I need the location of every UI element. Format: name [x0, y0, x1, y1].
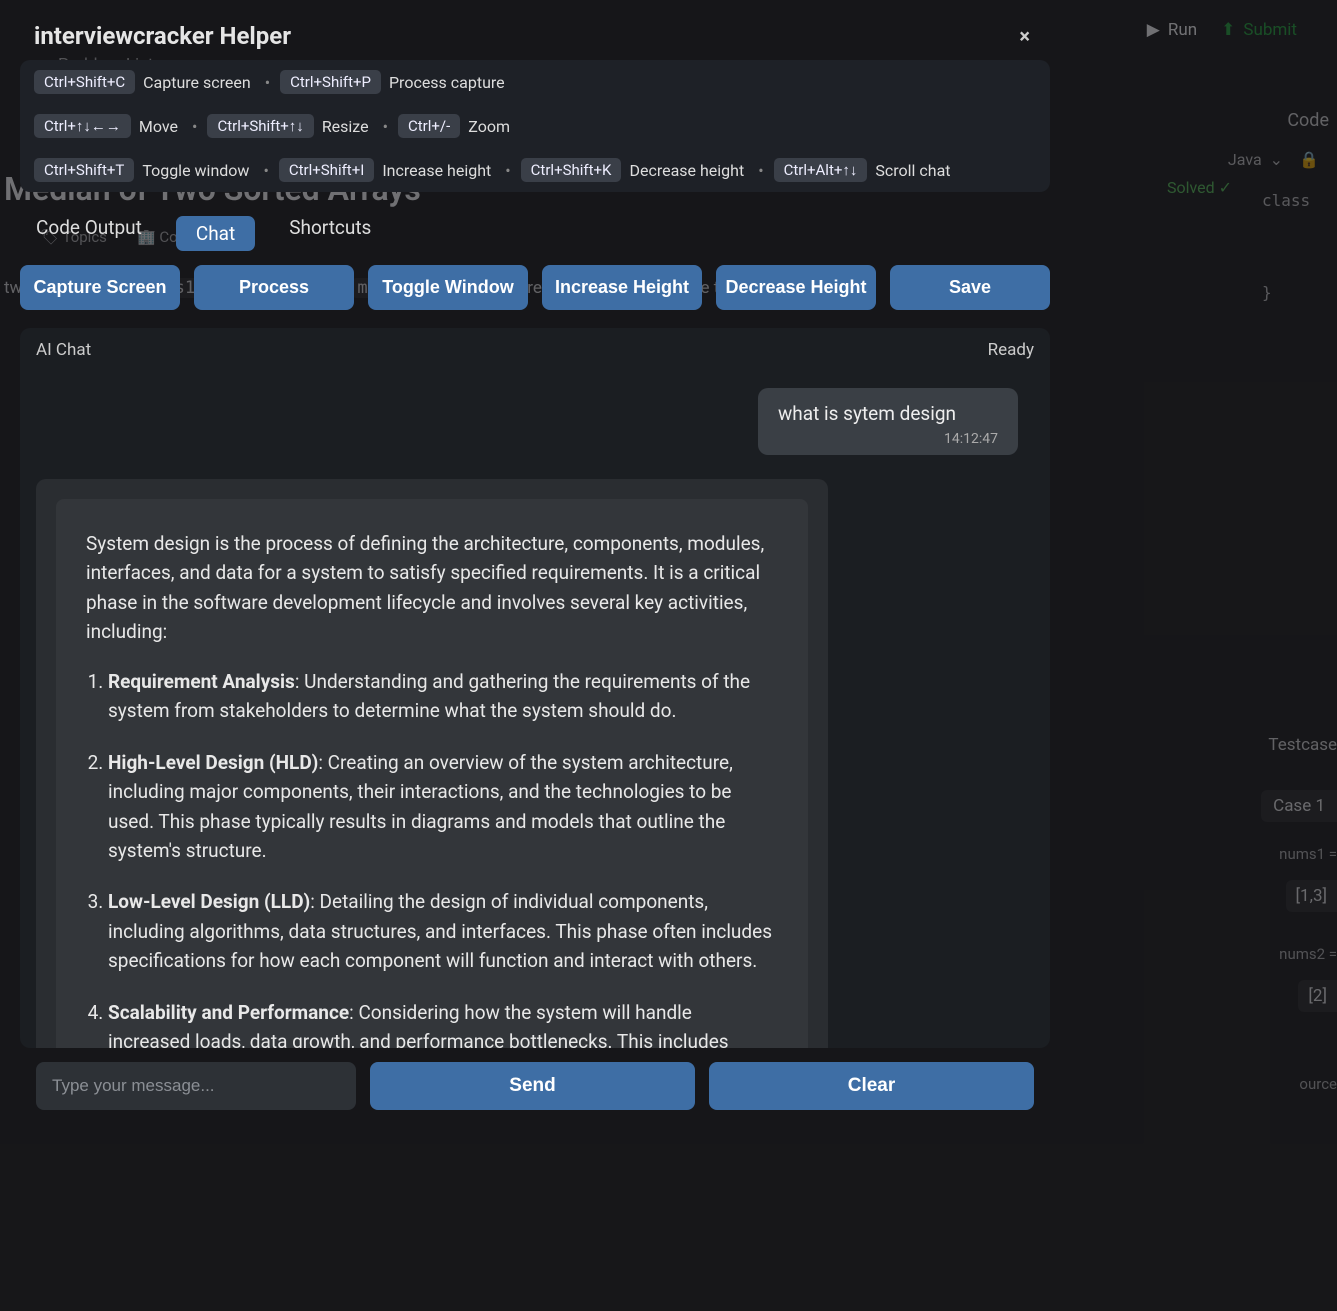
chat-scroll-area[interactable]: what is sytem design 14:12:47 System des…: [36, 370, 1034, 1048]
decrease-height-button[interactable]: Decrease Height: [716, 265, 876, 310]
tab-shortcuts[interactable]: Shortcuts: [289, 216, 371, 251]
ai-list-item: Low-Level Design (LLD): Detailing the de…: [108, 887, 778, 975]
ai-intro: System design is the process of defining…: [86, 529, 778, 647]
send-button[interactable]: Send: [370, 1062, 695, 1110]
shortcut-label: Toggle window: [142, 161, 249, 180]
user-message-timestamp: 14:12:47: [778, 431, 998, 447]
shortcut-key: Ctrl+↑↓←→: [34, 114, 131, 138]
tab-code-output[interactable]: Code Output: [36, 216, 142, 251]
chat-input[interactable]: [36, 1062, 356, 1110]
shortcut-label: Move: [139, 117, 178, 136]
user-message-text: what is sytem design: [778, 402, 998, 425]
action-row: Capture Screen Process Toggle Window Inc…: [20, 265, 1050, 328]
process-button[interactable]: Process: [194, 265, 354, 310]
shortcut-label: Decrease height: [629, 161, 744, 180]
clear-button[interactable]: Clear: [709, 1062, 1034, 1110]
ai-list-item: Scalability and Performance: Considering…: [108, 998, 778, 1048]
shortcut-key: Ctrl+/-: [398, 114, 460, 138]
chat-status: Ready: [988, 340, 1034, 360]
helper-modal: interviewcracker Helper × Ctrl+Shift+C Ca…: [20, 10, 1050, 1132]
ai-list: Requirement Analysis: Understanding and …: [108, 667, 778, 1048]
shortcut-key: Ctrl+Shift+K: [521, 158, 622, 182]
shortcut-key: Ctrl+Shift+I: [279, 158, 374, 182]
helper-title-bar: interviewcracker Helper ×: [20, 10, 1050, 60]
shortcut-label: Process capture: [389, 73, 505, 92]
close-icon[interactable]: ×: [1013, 24, 1036, 48]
ai-message: System design is the process of defining…: [36, 479, 828, 1048]
chat-title: AI Chat: [36, 340, 91, 360]
save-button[interactable]: Save: [890, 265, 1050, 310]
shortcut-key: Ctrl+Shift+↑↓: [207, 114, 313, 138]
user-message: what is sytem design 14:12:47: [758, 388, 1018, 455]
ai-list-item: High-Level Design (HLD): Creating an ove…: [108, 748, 778, 866]
ai-list-item: Requirement Analysis: Understanding and …: [108, 667, 778, 726]
shortcut-key: Ctrl+Shift+T: [34, 158, 134, 182]
shortcut-label: Scroll chat: [875, 161, 950, 180]
shortcut-key: Ctrl+Shift+P: [280, 70, 381, 94]
toggle-window-button[interactable]: Toggle Window: [368, 265, 528, 310]
shortcut-label: Resize: [322, 117, 369, 136]
shortcut-key: Ctrl+Shift+C: [34, 70, 135, 94]
shortcut-key: Ctrl+Alt+↑↓: [774, 158, 868, 182]
tab-chat[interactable]: Chat: [176, 216, 255, 251]
chat-input-row: Send Clear: [20, 1048, 1050, 1132]
shortcut-bar: Ctrl+Shift+C Capture screen Ctrl+Shift+P Pr…: [20, 60, 1050, 192]
shortcut-label: Increase height: [382, 161, 491, 180]
capture-screen-button[interactable]: Capture Screen: [20, 265, 180, 310]
helper-title: interviewcracker Helper: [34, 22, 291, 50]
helper-tabs: Code Output Chat Shortcuts: [20, 192, 1050, 265]
increase-height-button[interactable]: Increase Height: [542, 265, 702, 310]
chat-panel: AI Chat Ready what is sytem design 14:12…: [20, 328, 1050, 1048]
shortcut-label: Zoom: [468, 117, 510, 136]
shortcut-label: Capture screen: [143, 73, 251, 92]
